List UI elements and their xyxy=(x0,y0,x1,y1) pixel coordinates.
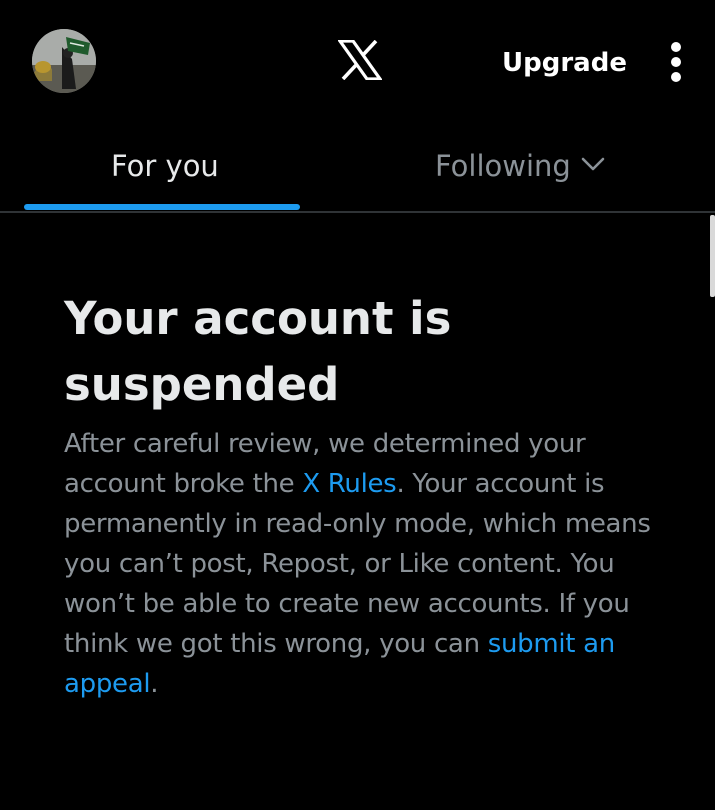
top-bar: Upgrade xyxy=(0,0,715,122)
tab-for-you[interactable]: For you xyxy=(0,122,322,211)
x-rules-link[interactable]: X Rules xyxy=(302,469,396,499)
upgrade-button[interactable]: Upgrade xyxy=(494,40,635,86)
title-line-2: suspended xyxy=(64,358,340,411)
avatar-image xyxy=(32,29,96,93)
ellipsis-dot xyxy=(671,72,681,82)
x-logo-icon[interactable] xyxy=(338,40,382,80)
suspension-message: After careful review, we determined your… xyxy=(64,424,654,704)
tab-following[interactable]: Following xyxy=(322,122,715,211)
chevron-down-icon[interactable] xyxy=(580,156,606,174)
message-text-3: . xyxy=(150,669,159,699)
tab-following-label: Following xyxy=(435,149,571,183)
suspension-notice: Your account is suspended After careful … xyxy=(64,286,664,704)
page-title: Your account is suspended xyxy=(64,286,664,418)
profile-avatar[interactable] xyxy=(32,29,96,93)
selected-tab-indicator xyxy=(24,204,300,210)
scrollbar-thumb[interactable] xyxy=(710,215,715,297)
ellipsis-dot xyxy=(671,57,681,67)
more-options-button[interactable] xyxy=(660,38,692,86)
tab-for-you-label: For you xyxy=(111,149,219,183)
vertical-ellipsis-icon xyxy=(671,42,681,52)
timeline-tabs: For you Following xyxy=(0,122,715,213)
title-line-1: Your account is xyxy=(64,292,452,345)
